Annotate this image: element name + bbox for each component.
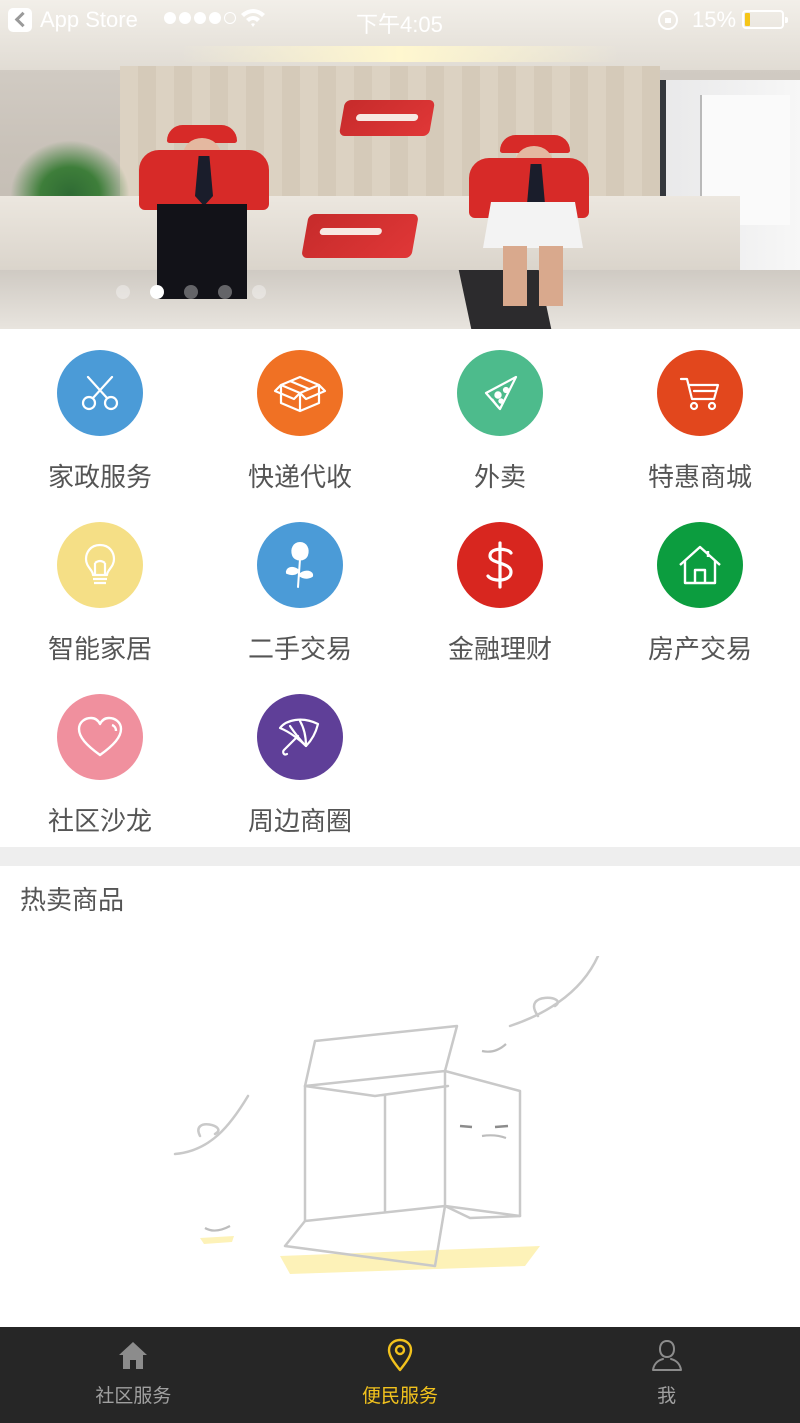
dollar-icon [457,522,543,608]
banner-wall-logo [338,100,436,136]
section-title: 热卖商品 [20,886,125,916]
banner-light [180,46,620,62]
tab-community-service[interactable]: 社区服务 [0,1327,267,1423]
service-label: 金融理财 [447,635,552,665]
box-icon [257,350,343,436]
service-smart-home[interactable]: 智能家居 [0,501,200,673]
carousel-dot[interactable] [116,285,130,299]
clock-time: 下午4:05 [356,12,443,37]
services-grid: 家政服务 快递代收 外卖 特惠商城 智能家居 二手交易 金融理财 房产交易 社区… [0,329,800,847]
rose-icon [257,522,343,608]
umbrella-icon [257,694,343,780]
service-label: 智能家居 [47,635,152,665]
service-label: 社区沙龙 [47,807,152,837]
app-screen: App Store 下午4:05 15% 家政服务 快递代收 外卖 特惠商城 智… [0,0,800,1423]
scissors-icon [57,350,143,436]
cart-icon [657,350,743,436]
back-to-app-icon[interactable] [8,8,32,32]
tab-label: 便民服务 [362,1385,439,1407]
lightbulb-icon [57,522,143,608]
service-real-estate[interactable]: 房产交易 [600,501,800,673]
carousel-dot[interactable] [218,285,232,299]
rotation-lock-icon [658,10,678,30]
banner-floor [0,270,800,329]
service-takeout[interactable]: 外卖 [400,329,600,501]
battery-percent: 15% [692,7,737,32]
service-label: 特惠商城 [647,463,752,493]
tab-label: 社区服务 [95,1385,172,1407]
tab-label: 我 [657,1385,677,1407]
service-label: 外卖 [473,463,526,493]
service-discount-mall[interactable]: 特惠商城 [600,329,800,501]
carousel-indicator [116,285,266,299]
status-bar: App Store 下午4:05 15% [0,0,800,40]
pizza-icon [457,350,543,436]
service-nearby-shops[interactable]: 周边商圈 [200,673,400,845]
cell-signal-icon [164,12,236,24]
carousel-dot[interactable] [184,285,198,299]
home-icon [119,1342,148,1369]
user-icon [651,1339,682,1371]
bottom-tab-bar: 社区服务 便民服务 我 [0,1327,800,1423]
back-app-label[interactable]: App Store [40,7,138,33]
house-icon [657,522,743,608]
hot-products-section: 热卖商品 [0,866,800,1327]
section-divider [0,847,800,866]
heart-icon [57,694,143,780]
battery-icon [742,10,788,29]
service-second-hand[interactable]: 二手交易 [200,501,400,673]
service-label: 房产交易 [647,635,752,665]
tab-convenience-service[interactable]: 便民服务 [267,1327,534,1423]
banner-counter-logo [301,214,419,258]
location-pin-icon [387,1338,413,1372]
service-label: 快递代收 [247,463,352,493]
service-parcel[interactable]: 快递代收 [200,329,400,501]
carousel-dot[interactable] [252,285,266,299]
wifi-icon [241,9,265,27]
carousel-dot-active[interactable] [150,285,164,299]
service-housekeeping[interactable]: 家政服务 [0,329,200,501]
tab-me[interactable]: 我 [533,1327,800,1423]
service-finance[interactable]: 金融理财 [400,501,600,673]
empty-box-illustration [173,956,600,1274]
service-label: 周边商圈 [247,807,352,837]
service-label: 家政服务 [47,463,152,493]
service-label: 二手交易 [247,635,352,665]
banner-carousel[interactable] [0,0,800,329]
service-community-salon[interactable]: 社区沙龙 [0,673,200,845]
